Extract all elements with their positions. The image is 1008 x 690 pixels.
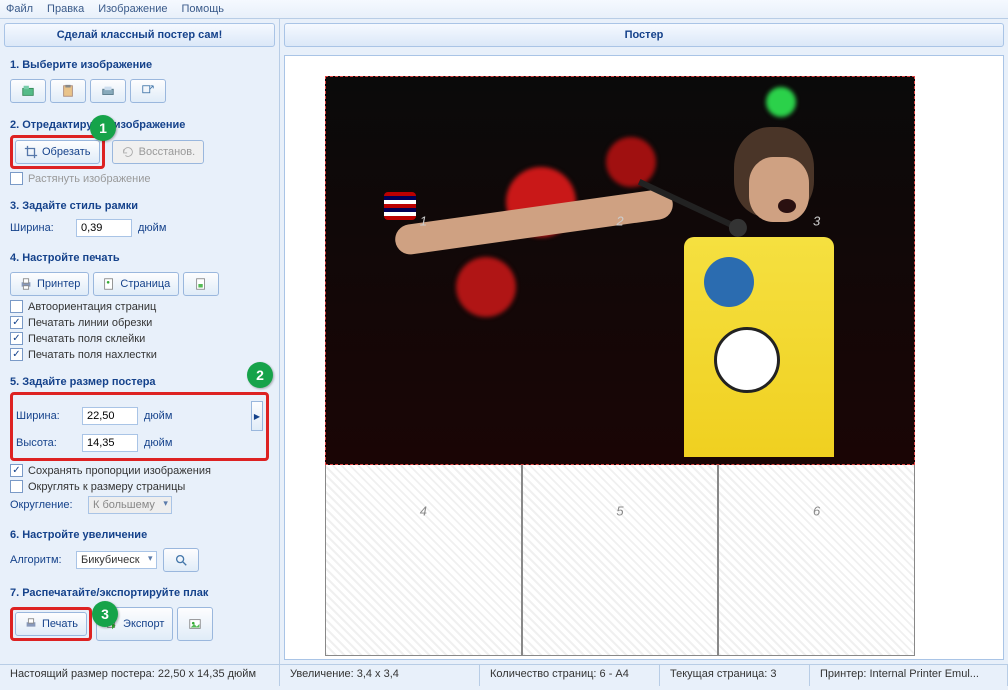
menu-image[interactable]: Изображение [98,3,167,15]
print-icon [24,617,38,631]
rounding-label: Округление: [10,499,82,511]
status-real-size: Настоящий размер постера: 22,50 x 14,35 … [0,665,280,686]
menu-help[interactable]: Помощь [182,3,225,15]
algo-select[interactable]: Бикубическ [76,551,157,569]
content: Постер 1 2 3 4 5 6 [280,19,1008,664]
section-3-title: 3. Задайте стиль рамки [10,196,269,216]
marker-2: 2 [247,362,273,388]
menu-file[interactable]: Файл [6,3,33,15]
export-image-button[interactable] [177,607,213,641]
section-3: 3. Задайте стиль рамки Ширина: дюйм [0,192,279,244]
page-icon [102,277,116,291]
auto-orient-checkbox[interactable] [10,300,23,313]
section-4: 4. Настройте печать Принтер Страница Авт… [0,244,279,368]
menubar: Файл Правка Изображение Помощь [0,0,1008,19]
section-5: 5. Задайте размер постера 2 Ширина: дюйм… [0,368,279,521]
poster-height-input[interactable] [82,434,138,452]
algo-label: Алгоритм: [10,554,70,566]
poster-width-input[interactable] [82,407,138,425]
content-header: Постер [284,23,1004,47]
section-5-title: 5. Задайте размер постера [10,372,269,392]
status-zoom: Увеличение: 3,4 x 3,4 [280,665,480,686]
section-7-title: 7. Распечатайте/экспортируйте плак [10,583,269,603]
restore-button: Восстанов. [112,140,205,164]
poster-height-unit: дюйм [144,437,172,449]
scanner-button[interactable] [90,79,126,103]
import-button[interactable] [130,79,166,103]
section-6: 6. Настройте увеличение Алгоритм: Бикуби… [0,521,279,579]
section-4-title: 4. Настройте печать [10,248,269,268]
crop-button[interactable]: Обрезать [15,140,100,164]
round-page-label: Округлять к размеру страницы [28,481,185,493]
restore-icon [121,145,135,159]
stretch-label: Растянуть изображение [28,173,151,185]
section-6-title: 6. Настройте увеличение [10,525,269,545]
keep-ratio-checkbox[interactable] [10,464,23,477]
stretch-checkbox[interactable] [10,172,23,185]
section-2-title: 2. Отредактируйте изображение [10,115,269,135]
glue-fields-checkbox[interactable] [10,332,23,345]
crop-icon [24,145,38,159]
clipboard-button[interactable] [50,79,86,103]
cut-lines-label: Печатать линии обрезки [28,317,152,329]
cut-lines-checkbox[interactable] [10,316,23,329]
page-setup-button[interactable] [183,272,219,296]
auto-orient-label: Автоориентация страниц [28,301,156,313]
frame-width-input[interactable] [76,219,132,237]
status-printer: Принтер: Internal Printer Emul... [810,665,1008,686]
poster-width-label: Ширина: [16,410,76,422]
section-2: 2. Отредактируйте изображение Обрезать В… [0,111,279,192]
section-1-title: 1. Выберите изображение [10,55,269,75]
glue-fields-label: Печатать поля склейки [28,333,145,345]
poster-image [325,76,915,465]
frame-width-label: Ширина: [10,222,70,234]
round-page-checkbox[interactable] [10,480,23,493]
sidebar: Сделай классный постер сам! 1. Выберите … [0,19,280,664]
menu-edit[interactable]: Правка [47,3,84,15]
page-button[interactable]: Страница [93,272,179,296]
section-7: 7. Распечатайте/экспортируйте плак Печат… [0,579,279,649]
rounding-select: К большему [88,496,172,514]
marker-1: 1 [90,115,116,141]
overlap-fields-label: Печатать поля нахлестки [28,349,157,361]
poster-height-label: Высота: [16,437,76,449]
open-file-button[interactable] [10,79,46,103]
marker-3: 3 [92,601,118,627]
status-current-page: Текущая страница: 3 [660,665,810,686]
statusbar: Настоящий размер постера: 22,50 x 14,35 … [0,664,1008,686]
magnifier-icon [174,553,188,567]
poster-pages: 1 2 3 4 5 6 [325,76,915,656]
printer-button[interactable]: Принтер [10,272,89,296]
printer-icon [19,277,33,291]
frame-width-unit: дюйм [138,222,166,234]
poster-width-unit: дюйм [144,410,172,422]
print-button[interactable]: Печать [15,612,87,636]
status-page-count: Количество страниц: 6 - A4 [480,665,660,686]
main: Сделай классный постер сам! 1. Выберите … [0,19,1008,664]
section-1: 1. Выберите изображение [0,51,279,111]
size-arrow-button[interactable]: ▶ [251,401,263,431]
keep-ratio-label: Сохранять пропорции изображения [28,465,211,477]
preview-zoom-button[interactable] [163,548,199,572]
overlap-fields-checkbox[interactable] [10,348,23,361]
sidebar-header[interactable]: Сделай классный постер сам! [4,23,275,47]
canvas[interactable]: 1 2 3 4 5 6 [284,55,1004,660]
